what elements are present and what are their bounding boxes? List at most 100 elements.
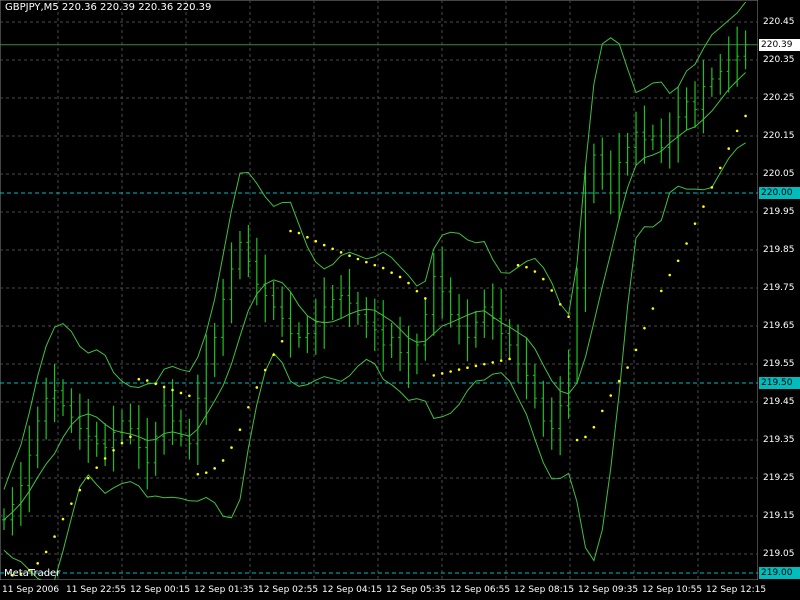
parabolic-sar-dot (718, 166, 722, 170)
parabolic-sar-dot (112, 448, 115, 452)
time-tick-label: 12 Sep 09:35 (578, 585, 639, 595)
parabolic-sar-dot (280, 339, 284, 343)
price-tick-label: 220.15 (763, 131, 795, 141)
price-tick-label: 220.45 (763, 17, 795, 27)
parabolic-sar-dot (499, 359, 503, 362)
parabolic-sar-dot (491, 361, 495, 364)
parabolic-sar-dot (449, 370, 452, 373)
time-tick-label: 12 Sep 10:55 (642, 585, 703, 595)
parabolic-sar-dot (204, 471, 208, 474)
time-tick-label: 11 Sep 2006 (2, 585, 60, 595)
parabolic-sar-dot (575, 438, 579, 442)
price-tick-label: 219.95 (763, 207, 795, 217)
parabolic-sar-dot (744, 114, 747, 118)
parabolic-sar-dot (584, 435, 587, 439)
parabolic-sar-dot (407, 281, 410, 285)
price-tick-label: 219.05 (763, 549, 795, 559)
parabolic-sar-dot (44, 550, 48, 554)
parabolic-sar-dot (171, 388, 174, 392)
time-tick-label: 12 Sep 06:55 (450, 585, 511, 595)
parabolic-sar-dot (483, 362, 486, 366)
time-tick-label: 12 Sep 04:15 (322, 585, 383, 595)
parabolic-sar-dot (592, 425, 596, 429)
parabolic-sar-dot (634, 348, 638, 352)
parabolic-sar-dot (331, 247, 334, 251)
parabolic-sar-dot (398, 275, 402, 279)
watermark: MetaTrader (4, 568, 61, 579)
parabolic-sar-dot (95, 466, 98, 469)
parabolic-sar-dot (137, 377, 141, 381)
time-tick-label: 12 Sep 08:15 (514, 585, 575, 595)
price-tick-label: 219.35 (763, 435, 795, 445)
price-tick-label: 219.85 (763, 245, 795, 255)
parabolic-sar-dot (516, 263, 520, 267)
parabolic-sar-dot (617, 379, 621, 383)
parabolic-sar-dot (550, 289, 554, 292)
parabolic-sar-dot (36, 562, 40, 565)
parabolic-sar-dot (668, 273, 672, 277)
parabolic-sar-dot (263, 368, 267, 372)
parabolic-sar-dot (415, 289, 419, 293)
parabolic-sar-dot (145, 379, 149, 382)
level-price-label: 219.50 (759, 377, 800, 389)
parabolic-sar-dot (179, 391, 183, 395)
parabolic-sar-dot (53, 535, 56, 538)
parabolic-sar-dot (466, 366, 469, 370)
parabolic-sar-dot (685, 242, 688, 245)
parabolic-sar-dot (710, 186, 714, 189)
parabolic-sar-dot (508, 357, 511, 361)
parabolic-sar-dot (297, 231, 301, 235)
parabolic-sar-dot (525, 265, 528, 269)
current-price-label: 220.39 (759, 38, 800, 51)
parabolic-sar-dot (348, 254, 351, 258)
parabolic-sar-dot (103, 457, 107, 460)
time-tick-label: 12 Sep 05:35 (386, 585, 447, 595)
parabolic-sar-dot (390, 271, 393, 274)
chart-header: GBPJPY,M5 220.36 220.39 220.36 220.39 (5, 2, 212, 13)
price-tick-label: 219.25 (763, 473, 795, 483)
parabolic-sar-dot (660, 289, 663, 293)
parabolic-sar-dot (651, 307, 655, 310)
parabolic-sar-dot (457, 368, 461, 371)
parabolic-sar-dot (272, 353, 275, 357)
time-tick-label: 12 Sep 00:15 (130, 585, 191, 595)
price-chart[interactable] (0, 0, 758, 580)
parabolic-sar-dot (306, 235, 309, 239)
parabolic-sar-dot (356, 257, 360, 261)
time-tick-label: 12 Sep 12:15 (706, 585, 767, 595)
parabolic-sar-dot (213, 467, 216, 470)
parabolic-sar-dot (727, 147, 731, 150)
parabolic-sar-dot (86, 476, 90, 480)
time-tick-label: 12 Sep 01:35 (194, 585, 255, 595)
parabolic-sar-dot (432, 374, 436, 377)
parabolic-sar-dot (643, 326, 646, 330)
parabolic-sar-dot (61, 517, 65, 521)
price-tick-label: 220.05 (763, 169, 795, 179)
parabolic-sar-dot (221, 459, 225, 462)
parabolic-sar-dot (693, 222, 697, 225)
parabolic-sar-dot (289, 229, 292, 233)
parabolic-sar-dot (154, 382, 157, 386)
parabolic-sar-dot (255, 386, 259, 389)
time-tick-label: 12 Sep 02:55 (258, 585, 319, 595)
parabolic-sar-dot (381, 266, 385, 270)
parabolic-sar-dot (314, 239, 318, 243)
parabolic-sar-dot (247, 405, 250, 409)
plot-frame (0, 0, 758, 580)
parabolic-sar-dot (78, 488, 82, 492)
parabolic-sar-dot (702, 205, 705, 208)
parabolic-sar-dot (120, 441, 124, 445)
parabolic-sar-dot (162, 385, 166, 389)
price-tick-label: 219.15 (763, 511, 795, 521)
parabolic-sar-dot (542, 277, 545, 281)
price-tick-label: 220.35 (763, 55, 795, 65)
price-tick-label: 220.25 (763, 93, 795, 103)
parabolic-sar-dot (440, 372, 444, 375)
parabolic-sar-dot (230, 446, 233, 449)
parabolic-sar-dot (558, 302, 562, 306)
parabolic-sar-dot (373, 263, 377, 267)
parabolic-sar-dot (474, 364, 478, 368)
parabolic-sar-dot (626, 366, 629, 369)
level-price-label: 220.00 (759, 187, 800, 199)
parabolic-sar-dot (735, 129, 739, 133)
